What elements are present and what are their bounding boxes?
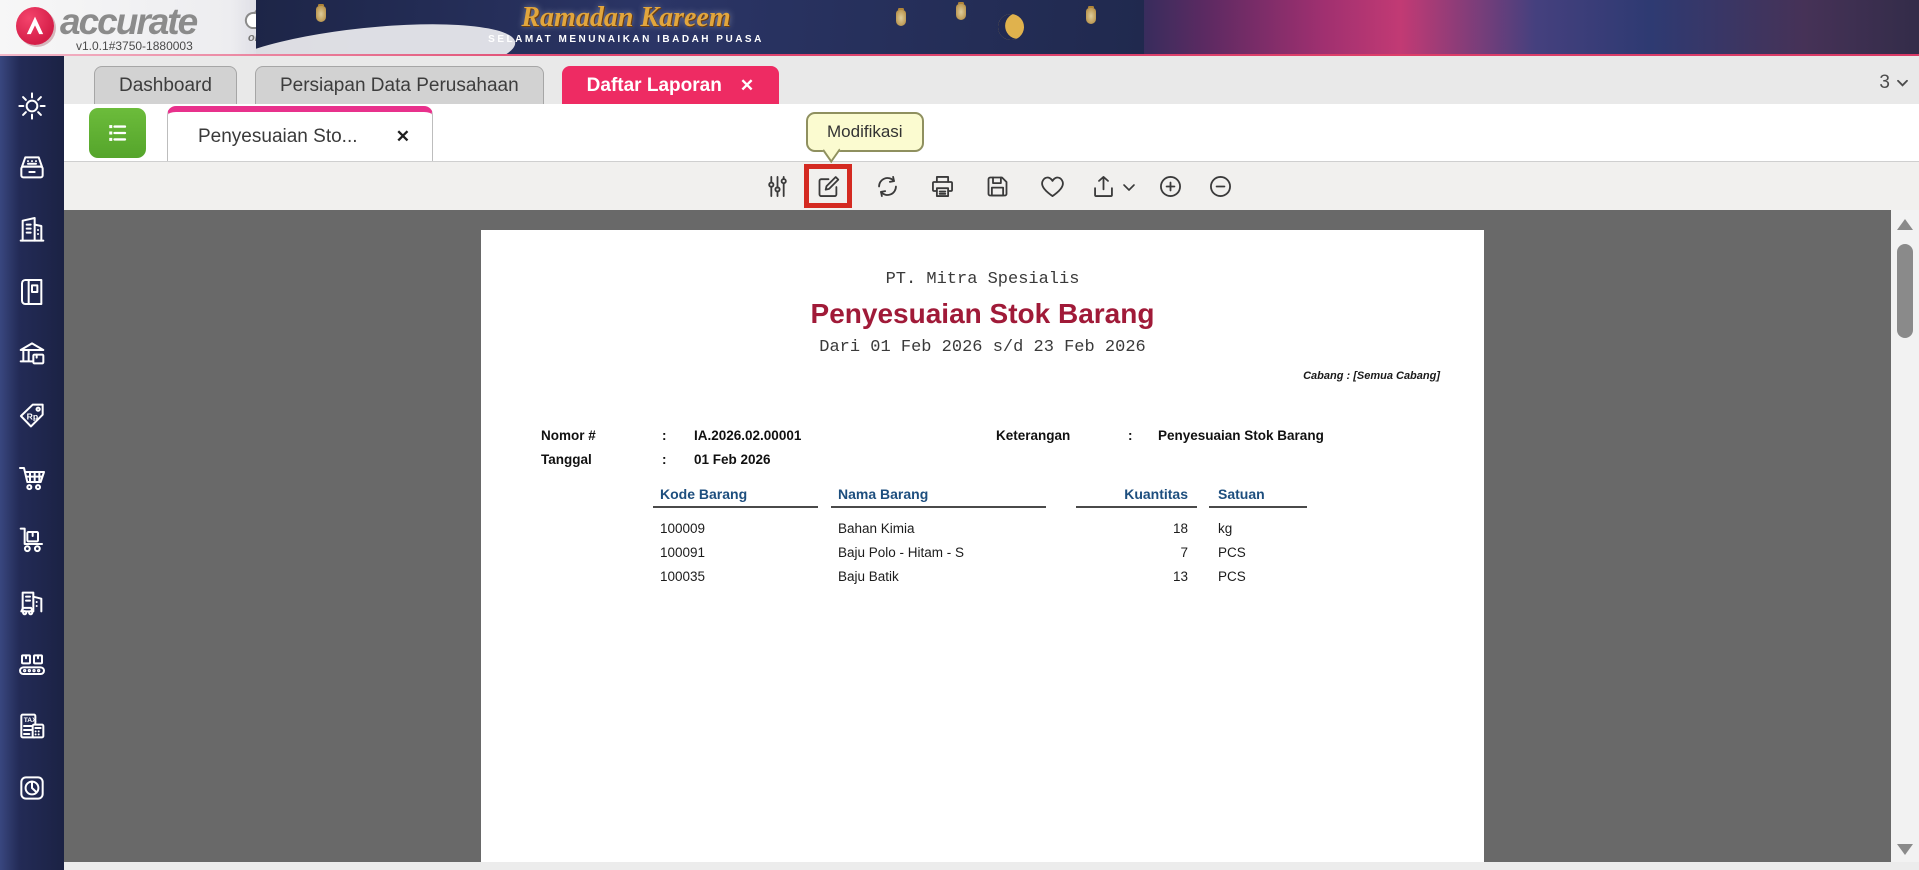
table-cell: PCS	[1218, 545, 1246, 560]
banner-title: Ramadan Kareem	[521, 2, 731, 33]
vertical-scrollbar[interactable]	[1891, 210, 1919, 862]
subtab-label: Penyesuaian Sto...	[198, 125, 358, 147]
field-colon: :	[662, 428, 667, 443]
accurate-logo-icon[interactable]	[16, 7, 54, 45]
sidebar: Rp TAX	[0, 56, 64, 870]
tab-bar: Dashboard Persiapan Data Perusahaan Daft…	[64, 56, 1919, 104]
sidebar-item-shopping-cart-icon[interactable]	[15, 462, 49, 494]
tab-label: Daftar Laporan	[586, 74, 722, 96]
sidebar-item-building-vehicle-icon[interactable]	[15, 586, 49, 618]
field-label: Keterangan	[996, 428, 1071, 443]
horizontal-scrollbar-track[interactable]	[64, 862, 1919, 870]
tab-label: Dashboard	[119, 74, 212, 96]
lantern-icon	[316, 6, 326, 22]
lantern-icon	[1086, 8, 1096, 24]
report-tab-bar: Penyesuaian Sto... ✕	[64, 104, 1919, 161]
tab-overflow-count: 3	[1879, 72, 1890, 93]
report-company: PT. Mitra Spesialis	[885, 270, 1080, 289]
sidebar-item-bank-box-icon[interactable]	[15, 338, 49, 370]
refresh-icon[interactable]	[874, 173, 901, 200]
app-header: accurate online v1.0.1#3750-1880003 Rama…	[0, 0, 1919, 54]
column-header: Satuan	[1209, 486, 1307, 508]
svg-text:Rp: Rp	[27, 411, 39, 421]
sidebar-item-book-icon[interactable]	[15, 276, 49, 308]
tab-daftar-laporan[interactable]: Daftar Laporan ✕	[561, 66, 780, 104]
sidebar-item-gear-icon[interactable]	[15, 90, 49, 122]
report-viewer: PT. Mitra Spesialis Penyesuaian Stok Bar…	[64, 210, 1891, 862]
logo-wordmark: accurate	[60, 1, 198, 42]
zoom-out-icon[interactable]	[1207, 173, 1234, 200]
table-cell: Baju Polo - Hitam - S	[838, 545, 965, 560]
report-period: Dari 01 Feb 2026 s/d 23 Feb 2026	[819, 338, 1146, 357]
report-page: PT. Mitra Spesialis Penyesuaian Stok Bar…	[481, 230, 1484, 862]
report-list-button[interactable]	[89, 108, 146, 158]
report-branch: Cabang : [Semua Cabang]	[1303, 370, 1440, 382]
sidebar-item-price-tag-rp-icon[interactable]: Rp	[15, 400, 49, 432]
modify-edit-icon[interactable]	[815, 173, 842, 200]
save-icon[interactable]	[984, 173, 1011, 200]
close-icon[interactable]: ✕	[740, 76, 754, 96]
table-cell: 13	[1172, 569, 1188, 584]
sidebar-item-office-building-icon[interactable]	[15, 214, 49, 246]
table-column-kuantitas: Kuantitas 18 7 13	[1076, 486, 1197, 589]
table-cell: 100035	[660, 569, 706, 584]
table-cell: kg	[1218, 521, 1233, 536]
svg-text:TAX: TAX	[24, 717, 37, 724]
scrollbar-thumb[interactable]	[1897, 244, 1913, 338]
column-header: Kuantitas	[1076, 486, 1197, 508]
table-column-satuan: Satuan kg PCS PCS	[1209, 486, 1307, 589]
field-label: Nomor #	[541, 428, 596, 443]
app-window: accurate online v1.0.1#3750-1880003 Rama…	[0, 0, 1919, 870]
sidebar-item-tax-calculator-icon[interactable]: TAX	[15, 710, 49, 742]
table-cell: Baju Batik	[838, 569, 899, 584]
close-icon[interactable]: ✕	[396, 127, 410, 147]
table-column-nama-barang: Nama Barang Bahan Kimia Baju Polo - Hita…	[831, 486, 1046, 589]
table-cell: 100009	[660, 521, 706, 536]
tooltip-modifikasi: Modifikasi	[806, 112, 924, 152]
filter-icon[interactable]	[764, 173, 791, 200]
report-toolbar	[64, 161, 1919, 210]
version-label: v1.0.1#3750-1880003	[76, 39, 193, 53]
tab-overflow-dropdown[interactable]: 3	[1879, 72, 1909, 94]
column-header: Nama Barang	[831, 486, 1046, 508]
field-value: IA.2026.02.00001	[694, 428, 802, 443]
table-cell: 18	[1172, 521, 1188, 536]
field-value: Penyesuaian Stok Barang	[1158, 428, 1324, 443]
tab-dashboard[interactable]: Dashboard	[94, 66, 237, 104]
tab-persiapan-data-perusahaan[interactable]: Persiapan Data Perusahaan	[254, 66, 544, 104]
export-chevron-down-icon[interactable]	[1122, 180, 1149, 207]
banner-subtitle: SELAMAT MENUNAIKAN IBADAH PUASA	[488, 34, 764, 45]
crescent-moon-icon	[993, 9, 1029, 45]
table-cell: PCS	[1218, 569, 1246, 584]
field-colon: :	[1128, 428, 1133, 443]
list-icon	[108, 125, 126, 141]
field-value: 01 Feb 2026	[694, 452, 771, 467]
lantern-icon	[896, 10, 906, 26]
field-label: Tanggal	[541, 452, 592, 467]
column-header: Kode Barang	[653, 486, 818, 508]
tab-label: Persiapan Data Perusahaan	[279, 74, 519, 96]
sidebar-item-pie-report-icon[interactable]	[15, 772, 49, 804]
scroll-down-arrow[interactable]	[1897, 844, 1913, 855]
subtab-penyesuaian-stok[interactable]: Penyesuaian Sto... ✕	[167, 106, 433, 161]
table-cell: Bahan Kimia	[838, 521, 915, 536]
sidebar-item-hand-truck-icon[interactable]	[15, 524, 49, 556]
sidebar-item-conveyor-icon[interactable]	[15, 648, 49, 680]
report-title: Penyesuaian Stok Barang	[810, 298, 1155, 329]
sidebar-item-cash-register-icon[interactable]	[15, 152, 49, 184]
scroll-up-arrow[interactable]	[1897, 219, 1913, 230]
table-cell: 100091	[660, 545, 706, 560]
field-colon: :	[662, 452, 667, 467]
zoom-in-icon[interactable]	[1157, 173, 1184, 200]
print-icon[interactable]	[929, 173, 956, 200]
lantern-icon	[956, 4, 966, 20]
chevron-down-icon	[1897, 79, 1908, 87]
table-column-kode-barang: Kode Barang 100009 100091 100035	[653, 486, 818, 589]
ramadan-banner: Ramadan Kareem SELAMAT MENUNAIKAN IBADAH…	[256, 0, 1144, 54]
table-cell: 7	[1180, 545, 1188, 560]
favorite-heart-icon[interactable]	[1039, 173, 1066, 200]
export-icon[interactable]	[1090, 173, 1117, 200]
